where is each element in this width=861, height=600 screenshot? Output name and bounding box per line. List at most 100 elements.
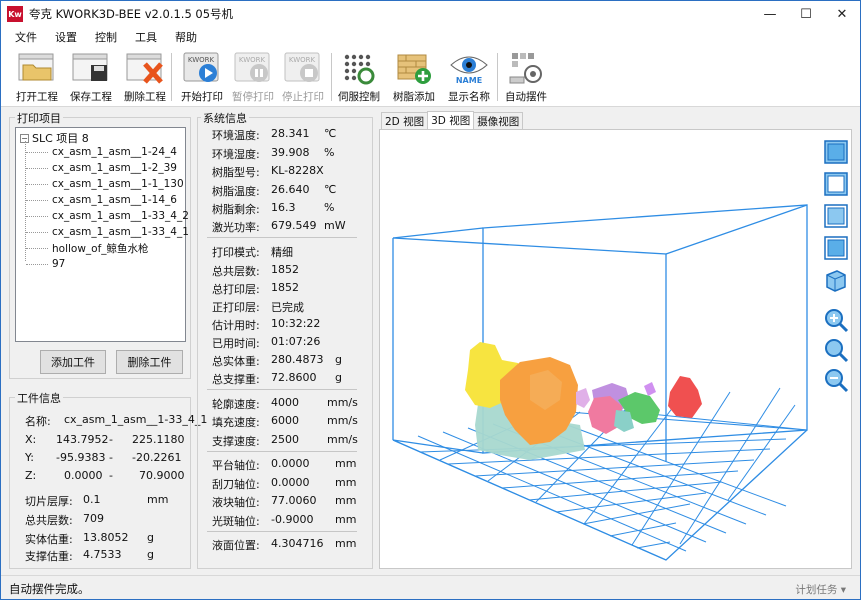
fill-speed-value: 6000	[271, 414, 299, 427]
view-left-icon[interactable]	[823, 203, 849, 229]
view-top-icon[interactable]	[823, 235, 849, 261]
build-volume-grid[interactable]	[380, 130, 853, 570]
part-z-label: Z:	[25, 469, 37, 482]
contour-speed-value: 4000	[271, 396, 299, 409]
scheduled-tasks-menu[interactable]: 计划任务 ▾	[795, 582, 846, 597]
tree-item[interactable]: hollow_of_鲸鱼水枪	[26, 240, 149, 256]
stop-print-button[interactable]: KWORK 停止打印	[275, 49, 331, 105]
platform-axis-label: 平台轴位:	[212, 459, 260, 472]
zoom-out-icon[interactable]	[823, 367, 849, 393]
view-back-icon[interactable]	[823, 171, 849, 197]
part-z-min: 0.0000	[64, 469, 103, 482]
view-iso-icon[interactable]	[823, 267, 849, 293]
minimize-button[interactable]: —	[752, 1, 788, 27]
liquid-block-axis-label: 液块轴位:	[212, 496, 260, 509]
system-info-title: 系统信息	[201, 110, 249, 126]
tree-item[interactable]: cx_asm_1_asm__1-33_4_1	[26, 224, 189, 240]
delete-project-button[interactable]: 删除工程	[117, 49, 173, 105]
part-x-sep: -	[109, 433, 113, 446]
part-z-sep: -	[109, 469, 113, 482]
zoom-in-icon[interactable]	[823, 307, 849, 333]
spot-axis-unit: mm	[335, 513, 357, 526]
est-time-value: 10:32:22	[271, 317, 321, 330]
project-group-title: 打印项目	[15, 110, 63, 126]
print-mode-label: 打印模式:	[212, 246, 260, 259]
menu-settings[interactable]: 设置	[47, 29, 87, 45]
tree-item[interactable]: cx_asm_1_asm__1-14_6	[26, 192, 177, 208]
svg-text:NAME: NAME	[456, 76, 482, 85]
part-x-label: X:	[25, 433, 37, 446]
resin-model-value: KL-8228X	[271, 164, 324, 177]
brick-add-icon	[397, 54, 431, 84]
part-y-label: Y:	[25, 451, 34, 464]
app-logo-icon: Kw	[7, 6, 23, 22]
divider	[207, 531, 357, 532]
laser-power-label: 激光功率:	[212, 221, 260, 234]
part-total-layers-value: 709	[83, 512, 104, 525]
svg-text:KWORK: KWORK	[289, 56, 316, 64]
tree-item[interactable]: cx_asm_1_asm__1-24_4	[26, 144, 177, 160]
add-part-button[interactable]: 添加工件	[40, 350, 106, 374]
total-support-weight-value: 72.8600	[271, 371, 317, 384]
current-layer-value: 已完成	[271, 301, 304, 314]
layer-thickness-value: 0.1	[83, 493, 101, 506]
start-print-button[interactable]: KWORK 开始打印	[174, 49, 230, 105]
total-support-weight-label: 总支撑重:	[212, 373, 260, 386]
3d-viewport[interactable]	[379, 129, 852, 569]
laser-power-unit: mW	[324, 219, 346, 232]
window-controls: — ☐ ✕	[752, 1, 860, 27]
show-name-button[interactable]: NAME 显示名称	[441, 49, 497, 105]
close-button[interactable]: ✕	[824, 1, 860, 27]
tree-item[interactable]: 97	[26, 256, 65, 272]
tab-camera-view[interactable]: 摄像视图	[473, 112, 524, 129]
used-time-label: 已用时间:	[212, 337, 260, 350]
total-solid-weight-value: 280.4873	[271, 353, 324, 366]
toolbar-separator	[171, 53, 172, 101]
support-weight-value: 4.7533	[83, 548, 122, 561]
contour-speed-unit: mm/s	[327, 396, 358, 409]
env-humidity-label: 环境湿度:	[212, 148, 260, 161]
solid-weight-label: 实体估重:	[25, 533, 73, 546]
tab-3d-view[interactable]: 3D 视图	[427, 111, 475, 129]
liquid-level-label: 液面位置:	[212, 539, 260, 552]
eye-icon: NAME	[450, 56, 488, 85]
tree-item[interactable]: cx_asm_1_asm__1-33_4_2	[26, 208, 189, 224]
contour-speed-label: 轮廓速度:	[212, 398, 260, 411]
svg-text:KWORK: KWORK	[239, 56, 266, 64]
view-tabs: 2D 视图 3D 视图 摄像视图	[381, 111, 524, 129]
part-red[interactable]	[668, 376, 702, 418]
add-resin-button[interactable]: 树脂添加	[386, 49, 442, 105]
current-layer-label: 正打印层:	[212, 301, 260, 314]
menu-file[interactable]: 文件	[7, 29, 47, 45]
remove-part-button[interactable]: 删除工件	[116, 350, 183, 374]
maximize-button[interactable]: ☐	[788, 1, 824, 27]
auto-place-button[interactable]: 自动摆件	[498, 49, 554, 105]
solid-weight-value: 13.8052	[83, 531, 129, 544]
laser-power-value: 679.549	[271, 219, 317, 232]
tab-2d-view[interactable]: 2D 视图	[381, 112, 429, 129]
zoom-fit-icon[interactable]	[823, 337, 849, 363]
divider	[207, 451, 357, 452]
tree-item[interactable]: cx_asm_1_asm__1-2_39	[26, 160, 177, 176]
menu-tools[interactable]: 工具	[127, 29, 167, 45]
part-y-min: -95.9383	[56, 451, 106, 464]
save-project-button[interactable]: 保存工程	[63, 49, 119, 105]
resin-temp-label: 树脂温度:	[212, 185, 260, 198]
tree-item[interactable]: cx_asm_1_asm__1-1_130	[26, 176, 184, 192]
menu-help[interactable]: 帮助	[167, 29, 207, 45]
servo-control-button[interactable]: 伺服控制	[331, 49, 387, 105]
view-front-icon[interactable]	[823, 139, 849, 165]
support-speed-unit: mm/s	[327, 433, 358, 446]
pause-print-button[interactable]: KWORK 暂停打印	[225, 49, 281, 105]
project-tree[interactable]: − SLC 项目 8 cx_asm_1_asm__1-24_4 cx_asm_1…	[15, 127, 189, 342]
support-speed-value: 2500	[271, 433, 299, 446]
liquid-block-axis-value: 77.0060	[271, 494, 317, 507]
printed-layers-value: 1852	[271, 281, 299, 294]
open-folder-icon	[18, 53, 54, 81]
part-x-min: 143.7952	[56, 433, 109, 446]
layer-thickness-unit: mm	[147, 493, 169, 506]
resin-model-label: 树脂型号:	[212, 166, 260, 179]
menu-control[interactable]: 控制	[87, 29, 127, 45]
resin-left-unit: %	[324, 201, 335, 214]
open-project-button[interactable]: 打开工程	[9, 49, 65, 105]
